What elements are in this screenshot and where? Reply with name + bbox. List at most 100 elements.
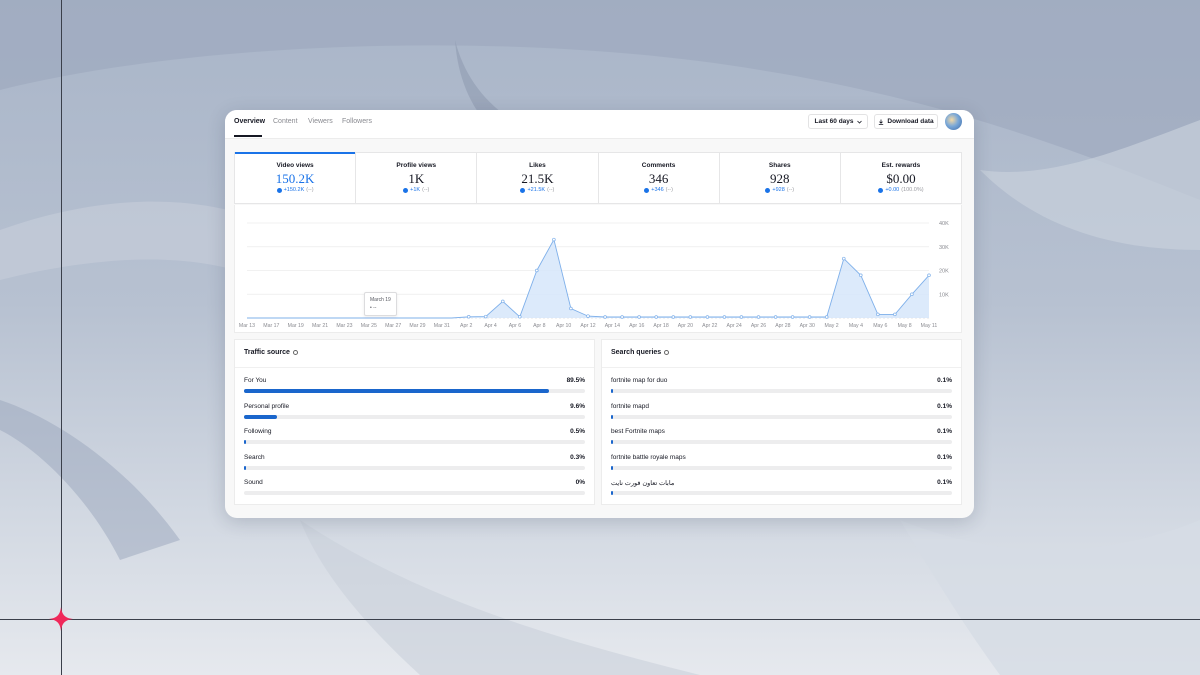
arrow-up-icon bbox=[276, 187, 282, 193]
metric-delta-value: +0.00 bbox=[885, 187, 900, 193]
row-label: Search bbox=[244, 453, 265, 461]
data-point bbox=[910, 292, 914, 297]
row-value: 89.5% bbox=[566, 377, 585, 384]
chart-svg: 10K 20K 30K 40K Mar 13 Mar 17 Mar 19 Mar 21 Mar … bbox=[239, 221, 949, 329]
x-tick-label: Apr 20 bbox=[678, 323, 693, 329]
data-point bbox=[620, 315, 624, 319]
row-label: best Fortnite maps bbox=[611, 428, 665, 435]
search-query-row: fortnite mapd 0.1% bbox=[611, 403, 952, 423]
x-tick-label: Apr 30 bbox=[800, 323, 815, 329]
guide-line-horizontal bbox=[0, 619, 1200, 620]
traffic-source-row: For You 89.5% bbox=[244, 377, 585, 397]
date-range-dropdown[interactable]: Last 60 days bbox=[808, 114, 868, 129]
tab-viewers[interactable]: Viewers bbox=[308, 118, 333, 125]
row-value: 0.1% bbox=[937, 479, 952, 486]
y-tick-label: 10K bbox=[939, 292, 949, 298]
progress-track bbox=[611, 491, 952, 495]
x-tick-label: Apr 14 bbox=[605, 323, 620, 329]
sparkle-star-icon bbox=[49, 607, 73, 631]
row-value: 0.1% bbox=[937, 428, 952, 435]
data-point bbox=[637, 315, 641, 319]
search-query-row: fortnite map for duo 0.1% bbox=[611, 377, 952, 397]
metric-change: (--) bbox=[306, 187, 314, 193]
metric-comments[interactable]: Comments 346 +346 (--) bbox=[599, 153, 720, 203]
metric-shares[interactable]: Shares 928 +928 (--) bbox=[720, 153, 841, 203]
x-tick-label: Mar 21 bbox=[312, 323, 328, 329]
x-tick-label: Mar 25 bbox=[361, 323, 377, 329]
row-value: 9.6% bbox=[570, 402, 585, 410]
divider bbox=[602, 367, 961, 368]
views-chart: 10K 20K 30K 40K Mar 13 Mar 17 Mar 19 Mar 21 Mar … bbox=[234, 205, 962, 333]
download-data-button[interactable]: Download data bbox=[874, 114, 938, 129]
progress-fill bbox=[611, 465, 613, 470]
metric-value: 928 bbox=[770, 171, 790, 186]
metric-est-rewards[interactable]: Est. rewards $0.00 +0.00 (100.0%) bbox=[841, 153, 961, 203]
progress-fill bbox=[611, 491, 613, 495]
row-value: 0.1% bbox=[937, 453, 952, 461]
search-queries-panel: Search queries fortnite map for duo 0.1% f… bbox=[601, 339, 962, 505]
data-point bbox=[842, 256, 846, 261]
metric-likes[interactable]: Likes 21.5K +21.5K (--) bbox=[477, 153, 599, 203]
progress-track bbox=[611, 440, 952, 444]
metric-value: 150.2K bbox=[275, 171, 315, 186]
metric-profile-views[interactable]: Profile views 1K +1K (--) bbox=[356, 153, 478, 203]
data-point bbox=[518, 315, 522, 319]
data-point bbox=[535, 268, 539, 273]
metric-change: (--) bbox=[422, 187, 430, 193]
x-tick-label: Apr 28 bbox=[775, 323, 790, 329]
progress-fill bbox=[244, 414, 277, 419]
arrow-up-icon bbox=[878, 187, 884, 193]
row-value: 0% bbox=[575, 479, 585, 486]
metric-video-views[interactable]: Video views 150.2K +150.2K (--) bbox=[235, 152, 357, 203]
row-label: fortnite map for duo bbox=[611, 377, 668, 384]
data-point bbox=[688, 315, 693, 319]
info-icon[interactable] bbox=[292, 350, 298, 355]
data-point bbox=[569, 306, 573, 311]
date-range-label: Last 60 days bbox=[814, 118, 854, 125]
data-point bbox=[756, 315, 761, 319]
x-tick-label: Apr 24 bbox=[726, 323, 741, 329]
metric-delta-value: +1K bbox=[410, 187, 421, 193]
x-tick-label: Mar 23 bbox=[336, 323, 352, 329]
traffic-source-row: Personal profile 9.6% bbox=[244, 403, 585, 423]
progress-track bbox=[611, 414, 952, 419]
avatar[interactable] bbox=[945, 113, 962, 130]
traffic-source-row: Following 0.5% bbox=[244, 428, 585, 448]
arrow-up-icon bbox=[644, 187, 650, 193]
data-point bbox=[927, 273, 931, 278]
metric-value: 1K bbox=[408, 171, 425, 186]
metric-delta-value: +21.5K bbox=[527, 187, 546, 193]
tab-overview[interactable]: Overview bbox=[234, 118, 265, 125]
metric-label: Profile views bbox=[396, 162, 437, 169]
arrow-up-icon bbox=[403, 187, 409, 193]
data-point bbox=[893, 312, 897, 317]
arrow-up-icon bbox=[520, 187, 526, 193]
x-tick-label: Apr 26 bbox=[751, 323, 766, 329]
x-tick-label: Mar 27 bbox=[385, 323, 401, 329]
metric-value: 21.5K bbox=[521, 171, 554, 186]
metric-delta-value: +928 bbox=[772, 187, 785, 193]
x-tick-label: Mar 13 bbox=[239, 323, 255, 329]
data-point bbox=[705, 315, 710, 319]
traffic-source-row: Search 0.3% bbox=[244, 454, 585, 474]
data-point bbox=[739, 315, 744, 319]
tooltip-value: • -- bbox=[370, 305, 377, 311]
top-bar: Overview Content Viewers Followers Last … bbox=[225, 110, 974, 139]
metric-delta-value: +150.2K bbox=[283, 187, 305, 193]
data-point bbox=[501, 299, 505, 304]
metric-delta: +1K (--) bbox=[356, 187, 476, 193]
progress-fill bbox=[611, 440, 613, 444]
metric-delta: +928 (--) bbox=[720, 187, 840, 193]
area-fill bbox=[247, 239, 929, 318]
row-label: Sound bbox=[244, 479, 263, 486]
tab-followers[interactable]: Followers bbox=[342, 118, 372, 125]
metric-label: Shares bbox=[768, 162, 791, 169]
metric-label: Comments bbox=[641, 162, 676, 169]
active-tab-indicator bbox=[234, 135, 262, 137]
guide-line-vertical bbox=[61, 0, 62, 675]
info-icon[interactable] bbox=[664, 350, 670, 355]
x-tick-label: Apr 2 bbox=[460, 323, 473, 329]
row-label: fortnite battle royale maps bbox=[611, 453, 686, 461]
metric-label: Video views bbox=[276, 162, 314, 169]
tab-content[interactable]: Content bbox=[273, 118, 298, 125]
